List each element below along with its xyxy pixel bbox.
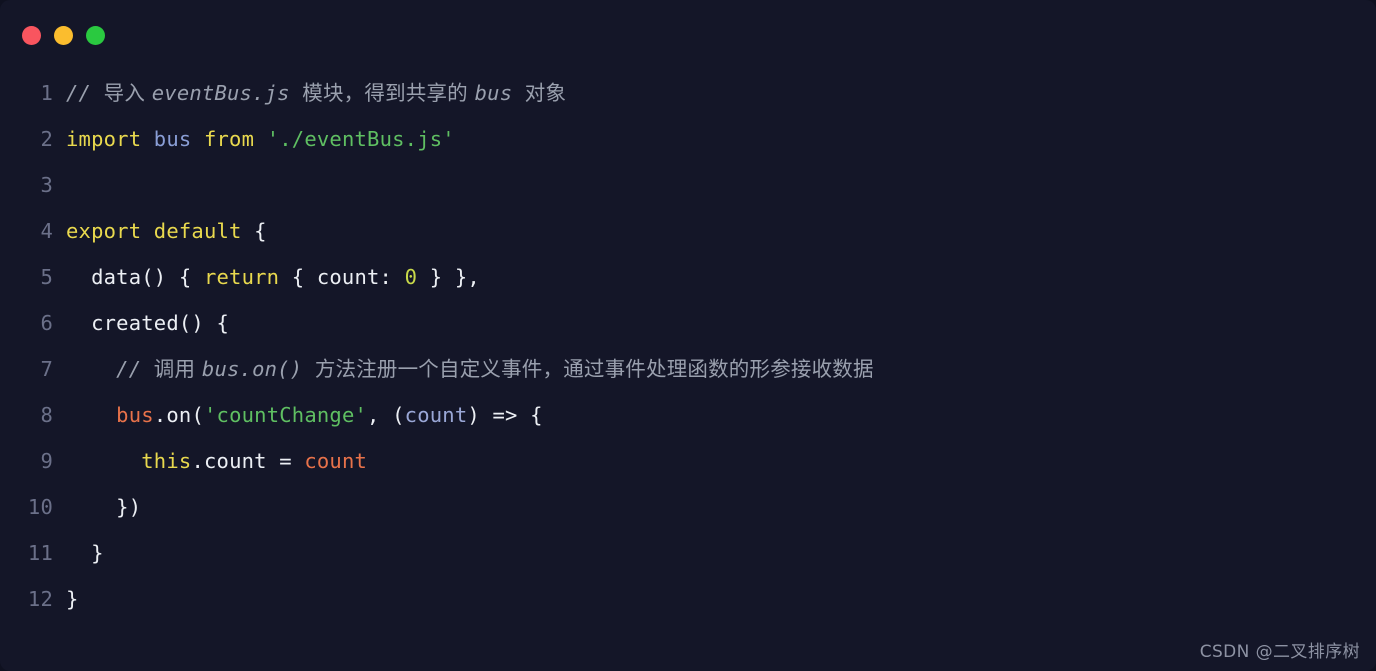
code-line[interactable]: 4 export default { (0, 208, 1376, 254)
code-line-content: } (66, 530, 104, 576)
minimize-window-button[interactable] (54, 25, 73, 45)
line-number: 11 (27, 541, 53, 565)
code-token: 方法注册一个自定义事件，通过事件处理函数的形参接收数据 (314, 357, 874, 381)
code-token: bus (474, 81, 525, 105)
line-number: 8 (40, 403, 53, 427)
code-token: }) (66, 495, 142, 519)
code-line-content: created() { (66, 300, 229, 346)
line-number: 5 (40, 265, 53, 289)
code-token: from (203, 127, 267, 151)
line-number: 9 (40, 449, 53, 473)
code-line-content: import bus from './eventBus.js' (66, 116, 455, 162)
code-line[interactable]: 10 }) (0, 484, 1376, 530)
code-token: } (66, 541, 104, 565)
code-token: bus.on() (201, 357, 315, 381)
line-number: 12 (27, 587, 53, 611)
code-line[interactable]: 3 (0, 162, 1376, 208)
code-line-content: }) (66, 484, 141, 530)
code-line[interactable]: 8 bus.on('countChange', (count) => { (0, 392, 1376, 438)
code-token: .on( (153, 403, 204, 427)
code-token: ) => { (467, 403, 543, 427)
code-token: import (66, 127, 154, 151)
code-line-content: data() { return { count: 0 } }, (66, 254, 480, 300)
watermark-label: CSDN @二叉排序树 (1199, 642, 1360, 662)
code-line-content: // 调用 bus.on() 方法注册一个自定义事件，通过事件处理函数的形参接收… (66, 346, 874, 392)
code-token: bus (116, 403, 154, 427)
code-window: 1 // 导入 eventBus.js 模块，得到共享的 bus 对象 2 impor… (0, 0, 1376, 671)
code-line-content: export default { (66, 208, 267, 254)
code-line-content: bus.on('countChange', (count) => { (66, 392, 543, 438)
code-token: .count = (191, 449, 305, 473)
code-line[interactable]: 1 // 导入 eventBus.js 模块，得到共享的 bus 对象 (0, 70, 1376, 116)
code-token: data() { (66, 265, 204, 289)
code-line[interactable]: 6 created() { (0, 300, 1376, 346)
code-token: count (404, 403, 468, 427)
code-token: } }, (417, 265, 480, 289)
line-number: 6 (40, 311, 53, 335)
line-number: 10 (27, 495, 53, 519)
code-token: eventBus.js (151, 81, 303, 105)
code-token: // (66, 357, 154, 381)
code-token: 'countChange' (203, 403, 368, 427)
code-token: 对象 (524, 81, 567, 105)
code-token: created() { (66, 311, 230, 335)
line-number: 2 (40, 127, 53, 151)
code-line-content: // 导入 eventBus.js 模块，得到共享的 bus 对象 (66, 70, 566, 116)
line-number: 7 (40, 357, 53, 381)
code-line[interactable]: 12} (0, 576, 1376, 622)
code-token: count (304, 449, 368, 473)
code-token: 导入 (103, 81, 152, 105)
code-token: 模块，得到共享的 (302, 81, 475, 105)
line-number: 4 (40, 219, 53, 243)
code-token: return (203, 265, 292, 289)
code-line[interactable]: 2 import bus from './eventBus.js' (0, 116, 1376, 162)
code-token: , ( (367, 403, 405, 427)
code-token: { (254, 219, 267, 243)
code-line[interactable]: 7 // 调用 bus.on() 方法注册一个自定义事件，通过事件处理函数的形参… (0, 346, 1376, 392)
code-line[interactable]: 5 data() { return { count: 0 } }, (0, 254, 1376, 300)
code-token: { count: (291, 265, 405, 289)
line-number: 3 (40, 173, 53, 197)
code-line-content: } (66, 576, 79, 622)
code-line[interactable]: 11 } (0, 530, 1376, 576)
code-token: 0 (404, 265, 418, 289)
code-line-content: this.count = count (66, 438, 367, 484)
code-line[interactable]: 9 this.count = count (0, 438, 1376, 484)
code-token: } (66, 587, 79, 611)
code-token: // (66, 81, 104, 105)
code-editor[interactable]: 1 // 导入 eventBus.js 模块，得到共享的 bus 对象 2 impor… (0, 70, 1376, 622)
code-token: './eventBus.js' (266, 127, 455, 151)
close-window-button[interactable] (22, 25, 41, 45)
code-token: export default (66, 219, 255, 243)
code-token: 调用 (153, 357, 202, 381)
window-titlebar (0, 0, 1376, 70)
code-token: bus (153, 127, 204, 151)
line-number: 1 (40, 81, 53, 105)
maximize-window-button[interactable] (86, 25, 105, 45)
code-token: this (141, 449, 192, 473)
